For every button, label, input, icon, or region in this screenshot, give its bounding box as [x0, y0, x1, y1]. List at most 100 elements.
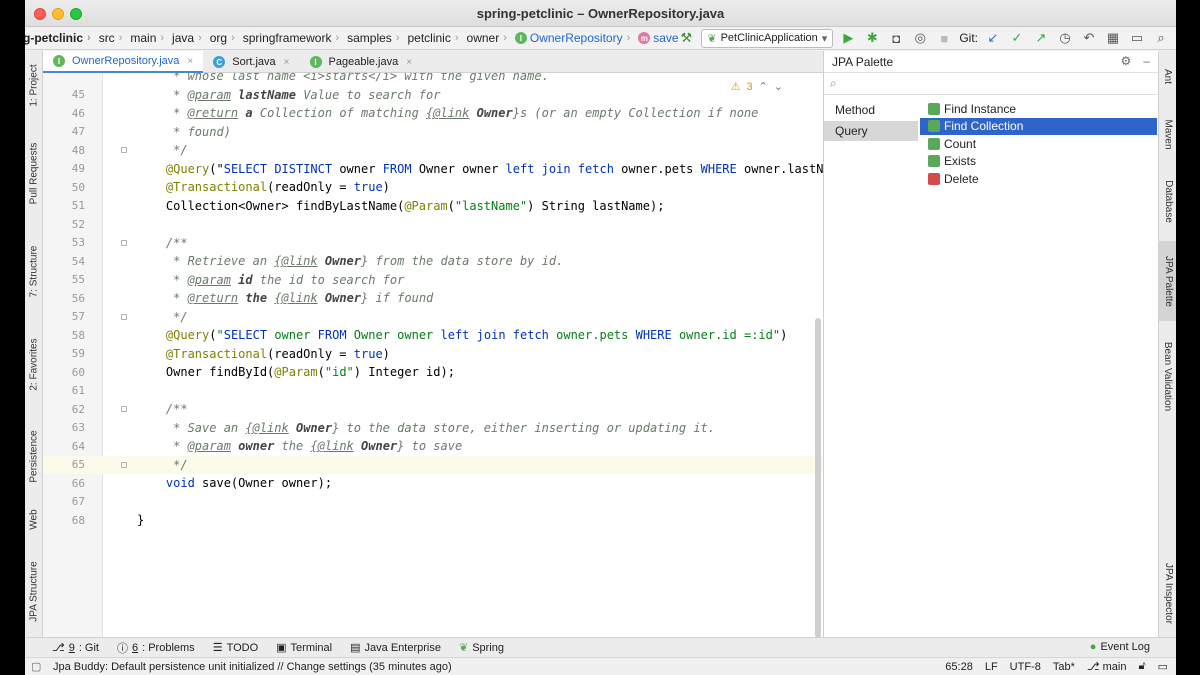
- code-text[interactable]: @Transactional(readOnly = true): [137, 347, 390, 361]
- breadcrumb-ownerrepository[interactable]: I OwnerRepository ›: [513, 31, 636, 45]
- palette-item-find-collection[interactable]: Find Collection: [920, 117, 1157, 135]
- run-icon[interactable]: ▶: [839, 29, 857, 47]
- code-line[interactable]: 52: [43, 215, 823, 234]
- breadcrumb-src[interactable]: src ›: [97, 31, 129, 45]
- close-tab-icon[interactable]: ×: [284, 57, 290, 68]
- code-line[interactable]: 56 * @return the {@link Owner} if found: [43, 289, 823, 308]
- build-hammer-icon[interactable]: ⚒: [677, 29, 695, 47]
- gear-icon[interactable]: ⚙: [1121, 54, 1132, 68]
- breadcrumb-save[interactable]: m save: [636, 31, 680, 45]
- tool-project[interactable]: 1: Project: [25, 55, 43, 115]
- code-line[interactable]: 45 * @param lastName Value to search for: [43, 86, 823, 105]
- code-line[interactable]: 60 Owner findById(@Param("id") Integer i…: [43, 363, 823, 382]
- line-separator[interactable]: LF: [985, 661, 998, 673]
- caret-position[interactable]: 65:28: [945, 661, 973, 673]
- code-text[interactable]: */: [137, 143, 187, 157]
- code-line[interactable]: 48 */: [43, 141, 823, 160]
- code-line[interactable]: 51 Collection<Owner> findByLastName(@Par…: [43, 197, 823, 216]
- minimize-panel-icon[interactable]: –: [1143, 54, 1150, 68]
- breadcrumb-samples[interactable]: samples ›: [345, 31, 405, 45]
- code-text[interactable]: * @param id the id to search for: [137, 273, 404, 287]
- code-text[interactable]: @Query("SELECT owner FROM Owner owner le…: [137, 328, 787, 342]
- code-text[interactable]: * @return the {@link Owner} if found: [137, 291, 433, 305]
- palette-search-input[interactable]: ⌕: [824, 73, 1158, 95]
- git-history-icon[interactable]: ◷: [1056, 29, 1074, 47]
- code-line[interactable]: 61: [43, 382, 823, 401]
- code-line[interactable]: 50 @Transactional(readOnly = true): [43, 178, 823, 197]
- code-line[interactable]: 49 @Query("SELECT DISTINCT owner FROM Ow…: [43, 160, 823, 179]
- tab-ownerrepository[interactable]: I OwnerRepository.java ×: [43, 51, 204, 73]
- code-editor[interactable]: 44 * whose last name <i>starts</i> with …: [43, 73, 823, 637]
- palette-item-delete[interactable]: Delete: [920, 170, 1157, 188]
- profile-icon[interactable]: ◎: [911, 29, 929, 47]
- tool-maven[interactable]: Maven: [1159, 109, 1176, 159]
- code-text[interactable]: void save(Owner owner);: [137, 476, 332, 490]
- code-text[interactable]: * @param lastName Value to search for: [137, 88, 440, 102]
- tab-sort[interactable]: C Sort.java ×: [203, 51, 299, 73]
- code-text[interactable]: /**: [137, 236, 188, 250]
- palette-category-method[interactable]: Method: [824, 100, 918, 120]
- tool-jpa-palette[interactable]: JPA Palette: [1159, 241, 1176, 321]
- breadcrumb-springframework[interactable]: springframework ›: [241, 31, 345, 45]
- tool-structure[interactable]: 7: Structure: [25, 241, 43, 301]
- code-line[interactable]: 66 void save(Owner owner);: [43, 474, 823, 493]
- breadcrumb-petclinic[interactable]: petclinic ›: [405, 31, 464, 45]
- memory-icon[interactable]: ▭: [1158, 660, 1168, 673]
- chevron-down-icon[interactable]: ⌄: [774, 80, 783, 93]
- tool-jpa-inspector[interactable]: JPA Inspector: [1159, 556, 1176, 631]
- lock-icon[interactable]: 🔓︎: [1138, 660, 1145, 673]
- tool-problems[interactable]: ⓘ 6: Problems: [108, 640, 204, 656]
- tool-bean-validation[interactable]: Bean Validation: [1159, 331, 1176, 421]
- code-text[interactable]: */: [137, 310, 187, 324]
- palette-item-exists[interactable]: Exists: [920, 153, 1157, 171]
- fold-marker-icon[interactable]: [121, 406, 127, 412]
- code-text[interactable]: * Save an {@link Owner} to the data stor…: [137, 421, 715, 435]
- code-text[interactable]: * found): [137, 125, 231, 139]
- tool-web[interactable]: Web: [25, 499, 43, 539]
- tool-java-enterprise[interactable]: ▤ Java Enterprise: [341, 641, 450, 655]
- run-configuration-select[interactable]: ❦ PetClinicApplication ▾: [701, 28, 834, 48]
- tool-pull-requests[interactable]: Pull Requests: [25, 133, 43, 213]
- code-text[interactable]: @Query("SELECT DISTINCT owner FROM Owner…: [137, 162, 823, 176]
- tool-git[interactable]: ⎇ 9: Git: [43, 641, 108, 655]
- code-line[interactable]: 65 */: [43, 455, 823, 474]
- git-update-icon[interactable]: ↙: [984, 29, 1002, 47]
- palette-category-query[interactable]: Query: [824, 121, 918, 141]
- code-line[interactable]: 55 * @param id the id to search for: [43, 271, 823, 290]
- tool-terminal[interactable]: ▣ Terminal: [267, 641, 341, 655]
- code-line[interactable]: 62 /**: [43, 400, 823, 419]
- code-text[interactable]: }: [137, 513, 144, 527]
- code-line[interactable]: 46 * @return a Collection of matching {@…: [43, 104, 823, 123]
- tool-jpa-structure[interactable]: JPA Structure: [25, 551, 43, 631]
- tool-database[interactable]: Database: [1159, 171, 1176, 231]
- fold-marker-icon[interactable]: [121, 461, 127, 468]
- code-line[interactable]: 63 * Save an {@link Owner} to the data s…: [43, 419, 823, 438]
- code-text[interactable]: * @param owner the {@link Owner} to save: [137, 439, 462, 453]
- coverage-icon[interactable]: ◘: [887, 29, 905, 47]
- palette-item-find-instance[interactable]: Find Instance: [920, 100, 1157, 118]
- code-line[interactable]: 54 * Retrieve an {@link Owner} from the …: [43, 252, 823, 271]
- tool-ant[interactable]: Ant: [1159, 61, 1176, 91]
- git-branch[interactable]: ⎇ main: [1087, 660, 1127, 673]
- code-text[interactable]: */: [137, 458, 187, 472]
- code-line[interactable]: 58 @Query("SELECT owner FROM Owner owner…: [43, 326, 823, 345]
- tool-favorites[interactable]: 2: Favorites: [25, 329, 43, 399]
- inspection-widget[interactable]: ⚠ 3 ⌃ ⌄: [731, 80, 783, 94]
- chevron-up-icon[interactable]: ⌃: [759, 80, 768, 93]
- tab-pageable[interactable]: I Pageable.java ×: [300, 51, 423, 73]
- stop-icon[interactable]: ■: [935, 29, 953, 47]
- event-log-button[interactable]: ● Event Log: [1090, 641, 1150, 653]
- code-line[interactable]: 57 */: [43, 308, 823, 327]
- code-text[interactable]: * @return a Collection of matching {@lin…: [137, 106, 758, 120]
- presentation-icon[interactable]: ▭: [1128, 29, 1146, 47]
- breadcrumb-org[interactable]: org ›: [208, 31, 241, 45]
- close-tab-icon[interactable]: ×: [187, 56, 193, 67]
- code-text[interactable]: /**: [137, 402, 188, 416]
- breadcrumb-main[interactable]: main ›: [128, 31, 170, 45]
- palette-item-count[interactable]: Count: [920, 135, 1157, 153]
- indent-setting[interactable]: Tab*: [1053, 661, 1075, 673]
- code-line[interactable]: 53 /**: [43, 234, 823, 253]
- breadcrumb-java[interactable]: java ›: [170, 31, 208, 45]
- code-line[interactable]: 68}: [43, 511, 823, 530]
- git-rollback-icon[interactable]: ↶: [1080, 29, 1098, 47]
